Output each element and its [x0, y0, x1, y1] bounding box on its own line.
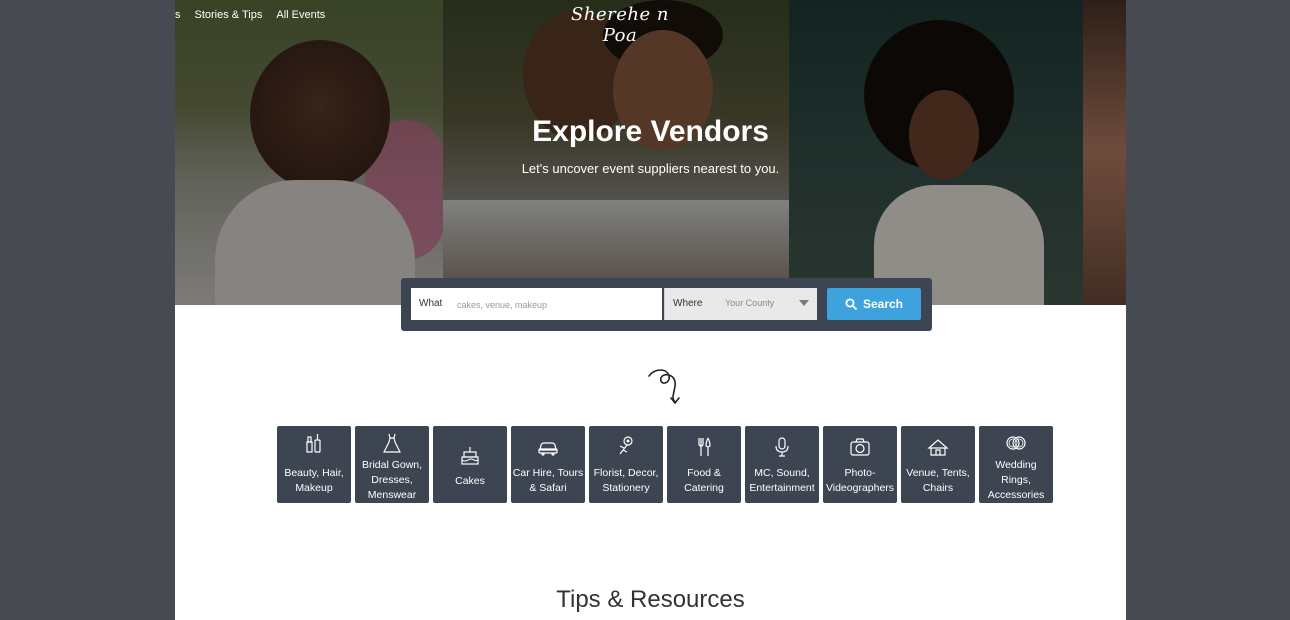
category-label: Chairs	[922, 482, 954, 494]
page: s Stories & Tips All Events Sherehe n Po…	[175, 0, 1126, 620]
category-label: Cakes	[455, 475, 485, 487]
category-label: Entertainment	[749, 482, 815, 494]
hero-banner: s Stories & Tips All Events Sherehe n Po…	[175, 0, 1126, 305]
search-button-label: Search	[862, 297, 904, 311]
category-label: Rings,	[1001, 474, 1031, 486]
chevron-down-icon	[799, 300, 809, 306]
category-label: Accessories	[987, 489, 1045, 501]
category-tile-beauty[interactable]: Beauty, Hair, Makeup	[277, 426, 351, 503]
category-tile-food[interactable]: Food & Catering	[667, 426, 741, 503]
category-label: & Safari	[529, 482, 567, 494]
page-title: Explore Vendors	[532, 115, 769, 148]
makeup-icon	[306, 434, 321, 453]
where-select[interactable]: Where Your County	[664, 288, 817, 320]
nav-item-stories-tips[interactable]: Stories & Tips	[195, 9, 263, 21]
search-button[interactable]: Search	[827, 288, 921, 320]
what-field: What	[411, 288, 662, 320]
car-icon	[538, 442, 558, 456]
tips-resources-heading: Tips & Resources	[556, 586, 745, 613]
nav-item-partial[interactable]: s	[175, 9, 181, 21]
microphone-icon	[775, 437, 789, 457]
rings-icon	[1006, 436, 1026, 450]
category-tile-rings[interactable]: Wedding Rings, Accessories	[979, 426, 1053, 503]
category-label: Florist, Decor,	[593, 467, 659, 479]
search-bar: What Where Your County Search	[401, 278, 932, 331]
category-label: Catering	[684, 482, 724, 494]
what-input[interactable]	[455, 294, 659, 316]
category-label: Photo-	[844, 467, 876, 479]
category-label: Videographers	[825, 482, 895, 494]
category-tiles: Beauty, Hair, Makeup Bridal Gown, Dresse…	[277, 426, 1057, 503]
category-tile-mc-sound[interactable]: MC, Sound, Entertainment	[745, 426, 819, 503]
cutlery-icon	[698, 437, 711, 456]
swirl-arrow-icon	[648, 369, 680, 405]
category-label: Menswear	[367, 489, 417, 501]
category-label: Beauty, Hair,	[284, 467, 344, 479]
top-nav: s Stories & Tips All Events	[175, 9, 325, 21]
category-tile-car-hire[interactable]: Car Hire, Tours & Safari	[511, 426, 585, 503]
category-label: Dresses,	[371, 474, 413, 486]
category-label: Stationery	[602, 482, 650, 494]
site-logo[interactable]: Sherehe n Poa	[570, 4, 670, 46]
category-label: Bridal Gown,	[361, 459, 423, 471]
category-label: MC, Sound,	[754, 467, 810, 479]
category-label: Wedding	[995, 459, 1037, 471]
page-subtitle: Let's uncover event suppliers nearest to…	[521, 161, 780, 176]
camera-icon	[850, 438, 870, 456]
category-tile-bridal[interactable]: Bridal Gown, Dresses, Menswear	[355, 426, 429, 503]
search-icon	[845, 298, 857, 310]
category-tile-florist[interactable]: Florist, Decor, Stationery	[589, 426, 663, 503]
flower-icon	[619, 436, 633, 455]
category-label: Venue, Tents,	[906, 467, 970, 479]
gown-icon	[383, 433, 401, 453]
nav-item-all-events[interactable]: All Events	[276, 9, 325, 21]
category-label: Car Hire, Tours	[512, 467, 584, 479]
where-value: Your County	[725, 298, 775, 308]
cake-icon	[461, 447, 479, 465]
tent-icon	[927, 439, 949, 456]
category-tile-venue[interactable]: Venue, Tents, Chairs	[901, 426, 975, 503]
category-tile-photo[interactable]: Photo- Videographers	[823, 426, 897, 503]
category-tile-cakes[interactable]: Cakes	[433, 426, 507, 503]
where-label: Where	[673, 298, 703, 309]
category-label: Makeup	[295, 482, 333, 494]
category-label: Food &	[687, 467, 721, 479]
what-label: What	[419, 298, 443, 309]
